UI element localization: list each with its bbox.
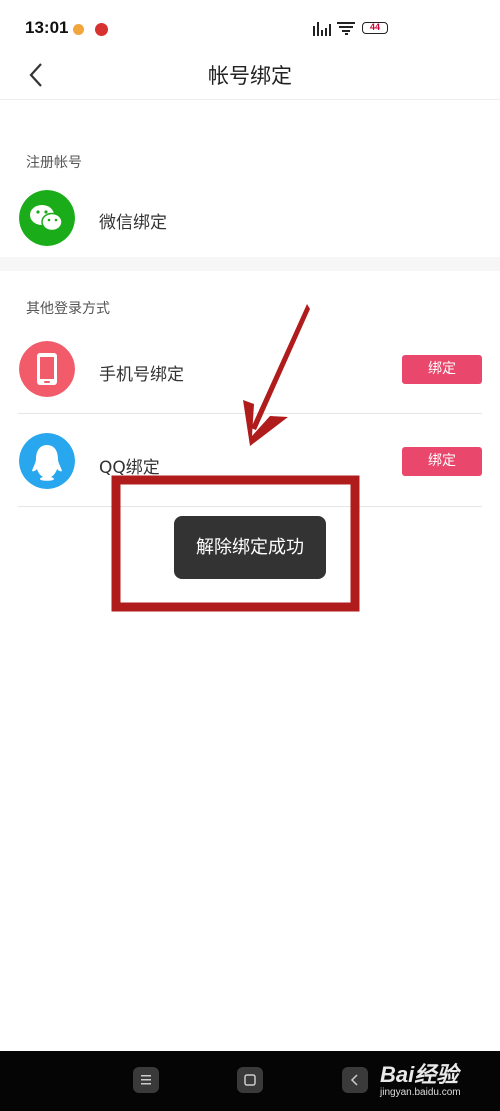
bind-qq-button[interactable]: 绑定: [402, 447, 482, 476]
nav-bar: 帐号绑定: [0, 50, 500, 100]
notification-dot-icon: [73, 24, 84, 35]
status-bar: 13:01 44: [0, 0, 500, 50]
phone-icon: [19, 341, 75, 397]
section-label-other: 其他登录方式: [26, 301, 110, 317]
status-time: 13:01: [25, 18, 69, 37]
wechat-label: 微信绑定: [99, 213, 167, 233]
watermark: Bai经验 jingyan.baidu.com: [380, 1057, 461, 1098]
page-title: 帐号绑定: [208, 64, 292, 88]
signal-icon: [313, 22, 331, 36]
section-label-register: 注册帐号: [26, 155, 82, 171]
qq-label: QQ绑定: [99, 458, 160, 478]
section-divider: [0, 257, 500, 271]
menu-button[interactable]: [133, 1067, 159, 1093]
menu-icon: [141, 1075, 151, 1085]
wechat-icon: [19, 190, 75, 246]
watermark-logo: Bai经验: [380, 1062, 459, 1087]
home-icon: [244, 1074, 256, 1086]
back-nav-button[interactable]: [342, 1067, 368, 1093]
wifi-icon: [337, 22, 355, 35]
back-nav-icon: [350, 1074, 358, 1086]
phone-label: 手机号绑定: [99, 365, 184, 385]
app-notification-icon: [95, 23, 108, 36]
system-nav-bar: Bai经验 jingyan.baidu.com: [0, 1051, 500, 1111]
qq-icon: [19, 433, 75, 489]
bind-phone-button[interactable]: 绑定: [402, 355, 482, 384]
toast-message: 解除绑定成功: [174, 516, 326, 579]
row-divider: [18, 506, 482, 507]
annotation-arrow: [243, 304, 310, 446]
battery-icon: 44: [362, 22, 388, 34]
watermark-sub: jingyan.baidu.com: [380, 1087, 461, 1098]
row-divider: [18, 413, 482, 414]
home-button[interactable]: [237, 1067, 263, 1093]
